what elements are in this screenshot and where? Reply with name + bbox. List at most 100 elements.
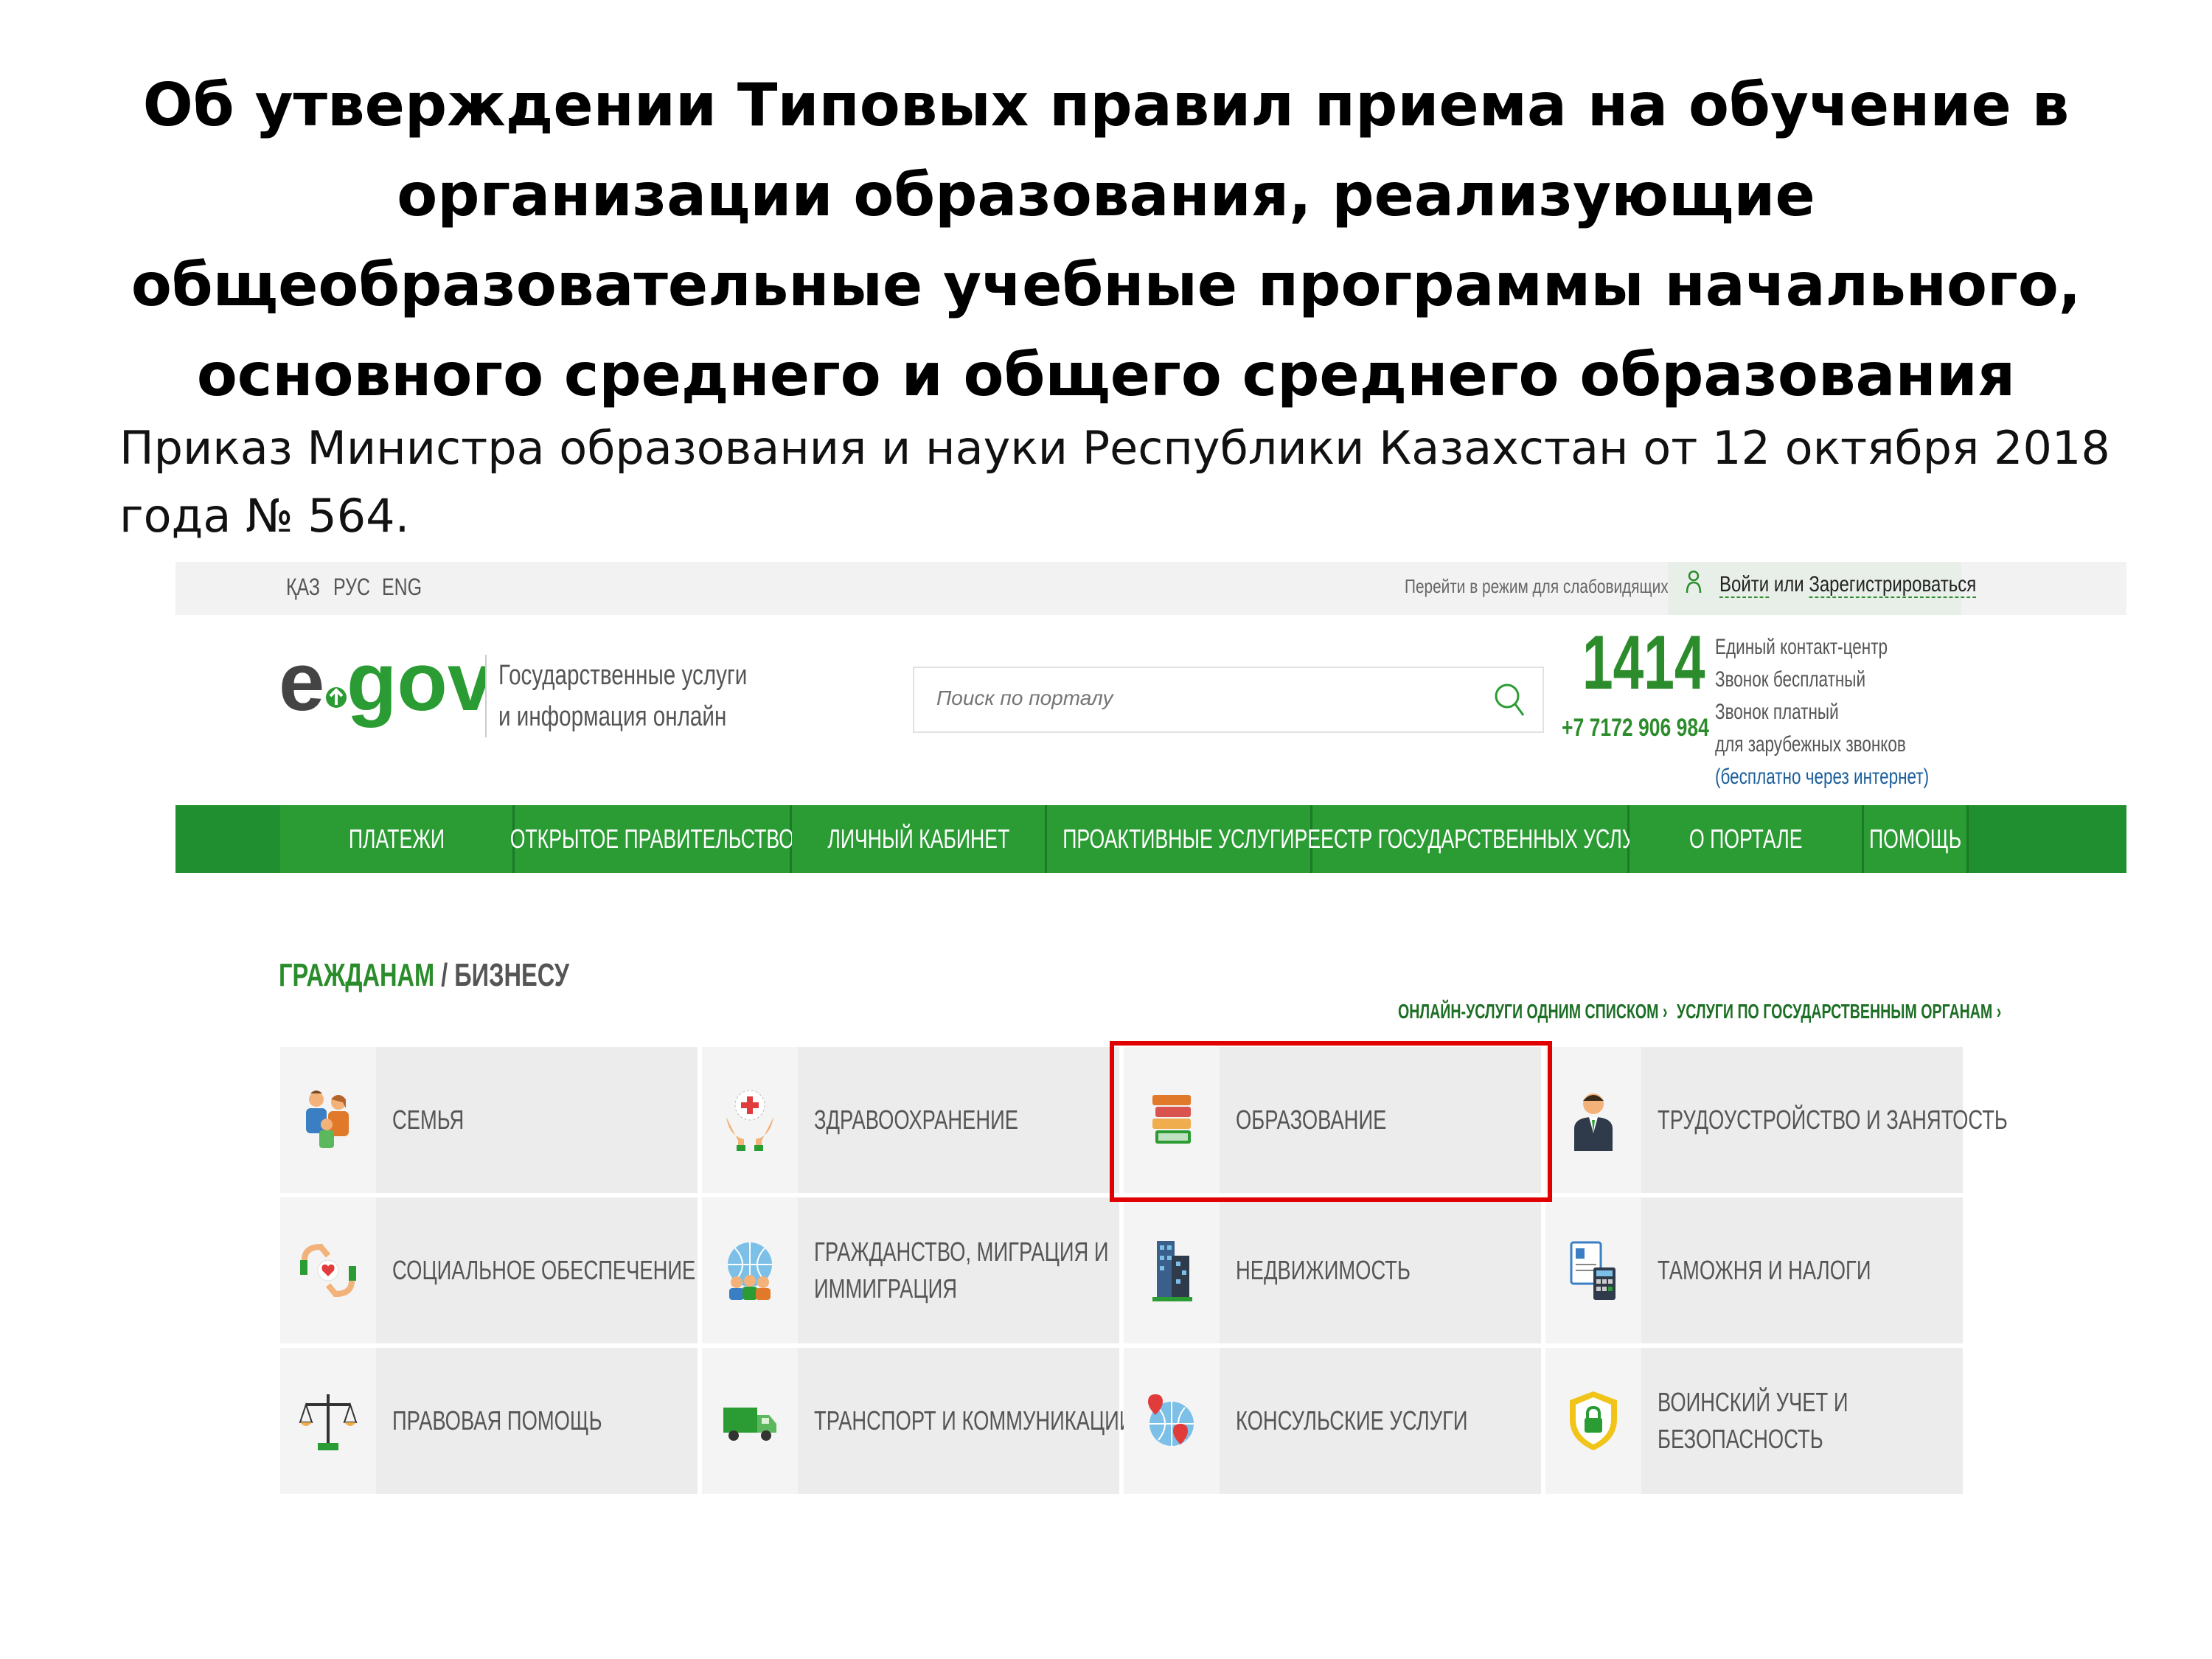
- tab-citizens[interactable]: ГРАЖДАНАМ: [279, 957, 434, 993]
- contact-line: Звонок платный: [1715, 700, 1839, 724]
- nav-item-payments[interactable]: ПЛАТЕЖИ: [280, 805, 515, 873]
- tile-label-line: ОБРАЗОВАНИЕ: [1236, 1105, 1387, 1135]
- contact-line: Звонок бесплатный: [1715, 667, 1866, 692]
- tile-label: ОБРАЗОВАНИЕ: [1236, 1102, 1386, 1138]
- tile-label: ВОИНСКИЙ УЧЕТ И БЕЗОПАСНОСТЬ: [1658, 1384, 1848, 1458]
- tile-label-line: ТРУДОУСТРОЙСТВО И ЗАНЯТОСТЬ: [1658, 1105, 2008, 1135]
- egov-logo[interactable]: e gov: [279, 633, 485, 751]
- tab-business[interactable]: БИЗНЕСУ: [454, 957, 569, 993]
- scales-icon: [299, 1394, 358, 1450]
- shield-lock-icon: [1570, 1391, 1617, 1450]
- section-title-separator: /: [434, 957, 455, 993]
- logo-tagline: Государственные услуги и информация онла…: [498, 655, 747, 737]
- tile-social-security[interactable]: СОЦИАЛЬНОЕ ОБЕСПЕЧЕНИЕ: [280, 1197, 698, 1343]
- tile-label-line: НЕДВИЖИМОСТЬ: [1236, 1255, 1411, 1285]
- tile-healthcare[interactable]: ЗДРАВООХРАНЕНИЕ: [702, 1047, 1119, 1193]
- services-by-agency-link[interactable]: УСЛУГИ ПО ГОСУДАРСТВЕННЫМ ОРГАНАМ ›: [1677, 1000, 2001, 1023]
- truck-icon: [723, 1408, 776, 1441]
- tile-real-estate[interactable]: НЕДВИЖИМОСТЬ: [1124, 1197, 1541, 1343]
- nav-item-help[interactable]: ПОМОЩЬ: [1864, 805, 1969, 873]
- nav-item-open-government[interactable]: ОТКРЫТОЕ ПРАВИТЕЛЬСТВО: [510, 805, 794, 873]
- logo-text-gov: gov: [347, 636, 485, 728]
- healthcare-icon: [726, 1090, 773, 1151]
- login-link[interactable]: Войти: [1719, 572, 1770, 598]
- nav-item-services-registry[interactable]: РЕЕСТР ГОСУДАРСТВЕННЫХ УСЛУГ: [1295, 805, 1645, 873]
- section-title: ГРАЖДАНАМ / БИЗНЕСУ: [279, 957, 569, 994]
- lang-kaz-link[interactable]: ҚАЗ: [286, 574, 320, 601]
- login-register: Войти или Зарегистрироваться: [1719, 572, 1977, 598]
- nav-item-label: О ПОРТАЛЕ: [1688, 824, 1803, 854]
- slide-subtitle-line: Приказ Министра образования и науки Респ…: [119, 421, 2110, 475]
- tile-customs-taxes[interactable]: ТАМОЖНЯ И НАЛОГИ: [1545, 1197, 1963, 1343]
- tile-education[interactable]: ОБРАЗОВАНИЕ: [1124, 1047, 1541, 1193]
- tagline-line: и информация онлайн: [498, 701, 727, 732]
- tile-label: ТРУДОУСТРОЙСТВО И ЗАНЯТОСТЬ: [1658, 1102, 2008, 1138]
- tile-label: ТРАНСПОРТ И КОММУНИКАЦИИ: [814, 1402, 1134, 1439]
- customs-calculator-icon: [1570, 1241, 1615, 1300]
- tile-label-line: ТАМОЖНЯ И НАЛОГИ: [1658, 1255, 1871, 1285]
- tile-label: ПРАВОВАЯ ПОМОЩЬ: [392, 1402, 602, 1439]
- tile-label: ТАМОЖНЯ И НАЛОГИ: [1658, 1252, 1871, 1289]
- lang-rus-link[interactable]: РУС: [333, 574, 370, 601]
- social-care-icon: [300, 1243, 356, 1298]
- tile-employment[interactable]: ТРУДОУСТРОЙСТВО И ЗАНЯТОСТЬ: [1545, 1047, 2008, 1193]
- slide-title-line: организации образования, реализующие: [397, 161, 1815, 229]
- globe-pin-icon: [1148, 1394, 1194, 1446]
- search-input[interactable]: [935, 686, 1484, 711]
- tile-label: КОНСУЛЬСКИЕ УСЛУГИ: [1236, 1402, 1468, 1439]
- slide-title-line: общеобразовательные учебные программы на…: [131, 251, 2081, 319]
- tile-citizenship[interactable]: ГРАЖДАНСТВО, МИГРАЦИЯ И ИММИГРАЦИЯ: [702, 1197, 1119, 1343]
- family-icon: [306, 1091, 349, 1148]
- tile-label: НЕДВИЖИМОСТЬ: [1236, 1252, 1411, 1289]
- logo-letter-e: e: [279, 636, 324, 728]
- slide-subtitle-line: года № 564.: [119, 489, 410, 543]
- search-icon[interactable]: [1489, 678, 1529, 723]
- tile-label: ГРАЖДАНСТВО, МИГРАЦИЯ И ИММИГРАЦИЯ: [814, 1234, 1109, 1307]
- nav-item-label: ЛИЧНЫЙ КАБИНЕТ: [827, 824, 1009, 854]
- nav-item-label: ОТКРЫТОЕ ПРАВИТЕЛЬСТВО: [509, 824, 795, 854]
- tagline-line: Государственные услуги: [498, 660, 748, 691]
- tile-transport[interactable]: ТРАНСПОРТ И КОММУНИКАЦИИ: [702, 1348, 1134, 1494]
- tile-label-line: ТРАНСПОРТ И КОММУНИКАЦИИ: [814, 1405, 1134, 1436]
- contact-line: Единый контакт-центр: [1715, 635, 1888, 659]
- tile-legal-aid[interactable]: ПРАВОВАЯ ПОМОЩЬ: [280, 1348, 698, 1494]
- search-box: [913, 667, 1544, 733]
- accessibility-mode-link[interactable]: Перейти в режим для слабовидящих: [1405, 575, 1669, 598]
- tagline-divider: [485, 655, 487, 737]
- tile-label: СЕМЬЯ: [392, 1102, 464, 1138]
- slide-title: Об утверждении Типовых правил приема на …: [111, 60, 2101, 420]
- nav-item-proactive-services[interactable]: ПРОАКТИВНЫЕ УСЛУГИ: [1047, 805, 1312, 873]
- nav-item-label: РЕЕСТР ГОСУДАРСТВЕННЫХ УСЛУГ: [1294, 824, 1646, 854]
- nav-item-personal-cabinet[interactable]: ЛИЧНЫЙ КАБИНЕТ: [792, 805, 1047, 873]
- tile-label: ЗДРАВООХРАНЕНИЕ: [814, 1102, 1018, 1138]
- globe-people-icon: [728, 1242, 772, 1300]
- nav-item-label: ПРОАКТИВНЫЕ УСЛУГИ: [1062, 824, 1295, 854]
- tile-label-line: КОНСУЛЬСКИЕ УСЛУГИ: [1236, 1405, 1468, 1436]
- register-link[interactable]: Зарегистрироваться: [1809, 572, 1977, 598]
- hotline-phone[interactable]: +7 7172 906 984: [1562, 714, 1709, 742]
- lang-eng-link[interactable]: ENG: [382, 574, 422, 601]
- login-or-text: или: [1773, 572, 1804, 597]
- nav-item-label: ПЛАТЕЖИ: [348, 824, 445, 854]
- tile-label-line: ВОИНСКИЙ УЧЕТ И: [1658, 1387, 1848, 1417]
- slide-subtitle: Приказ Министра образования и науки Респ…: [119, 414, 2110, 550]
- tile-label: СОЦИАЛЬНОЕ ОБЕСПЕЧЕНИЕ: [392, 1252, 695, 1289]
- books-icon: [1152, 1095, 1191, 1144]
- tile-label-line: СОЦИАЛЬНОЕ ОБЕСПЕЧЕНИЕ: [392, 1255, 696, 1285]
- tile-label-line: ПРАВОВАЯ ПОМОЩЬ: [392, 1405, 602, 1436]
- user-icon: [1686, 570, 1702, 594]
- nav-item-label: ПОМОЩЬ: [1868, 824, 1962, 854]
- employee-icon: [1574, 1093, 1613, 1151]
- tile-label-line: ЗДРАВООХРАНЕНИЕ: [814, 1105, 1018, 1135]
- hotline-number[interactable]: 1414: [1582, 619, 1705, 707]
- contact-line: для зарубежных звонков: [1715, 732, 1906, 757]
- tile-label-line: ГРАЖДАНСТВО, МИГРАЦИЯ И: [814, 1237, 1109, 1267]
- tile-family[interactable]: СЕМЬЯ: [280, 1047, 698, 1193]
- tile-military-security[interactable]: ВОИНСКИЙ УЧЕТ И БЕЗОПАСНОСТЬ: [1545, 1348, 1963, 1494]
- tile-label-line: СЕМЬЯ: [392, 1105, 465, 1135]
- buildings-icon: [1152, 1241, 1192, 1301]
- nav-item-about-portal[interactable]: О ПОРТАЛЕ: [1630, 805, 1864, 873]
- online-services-list-link[interactable]: ОНЛАЙН-УСЛУГИ ОДНИМ СПИСКОМ ›: [1398, 1000, 1667, 1023]
- tile-consular-services[interactable]: КОНСУЛЬСКИЕ УСЛУГИ: [1124, 1348, 1541, 1494]
- tile-label-line: ИММИГРАЦИЯ: [814, 1273, 958, 1304]
